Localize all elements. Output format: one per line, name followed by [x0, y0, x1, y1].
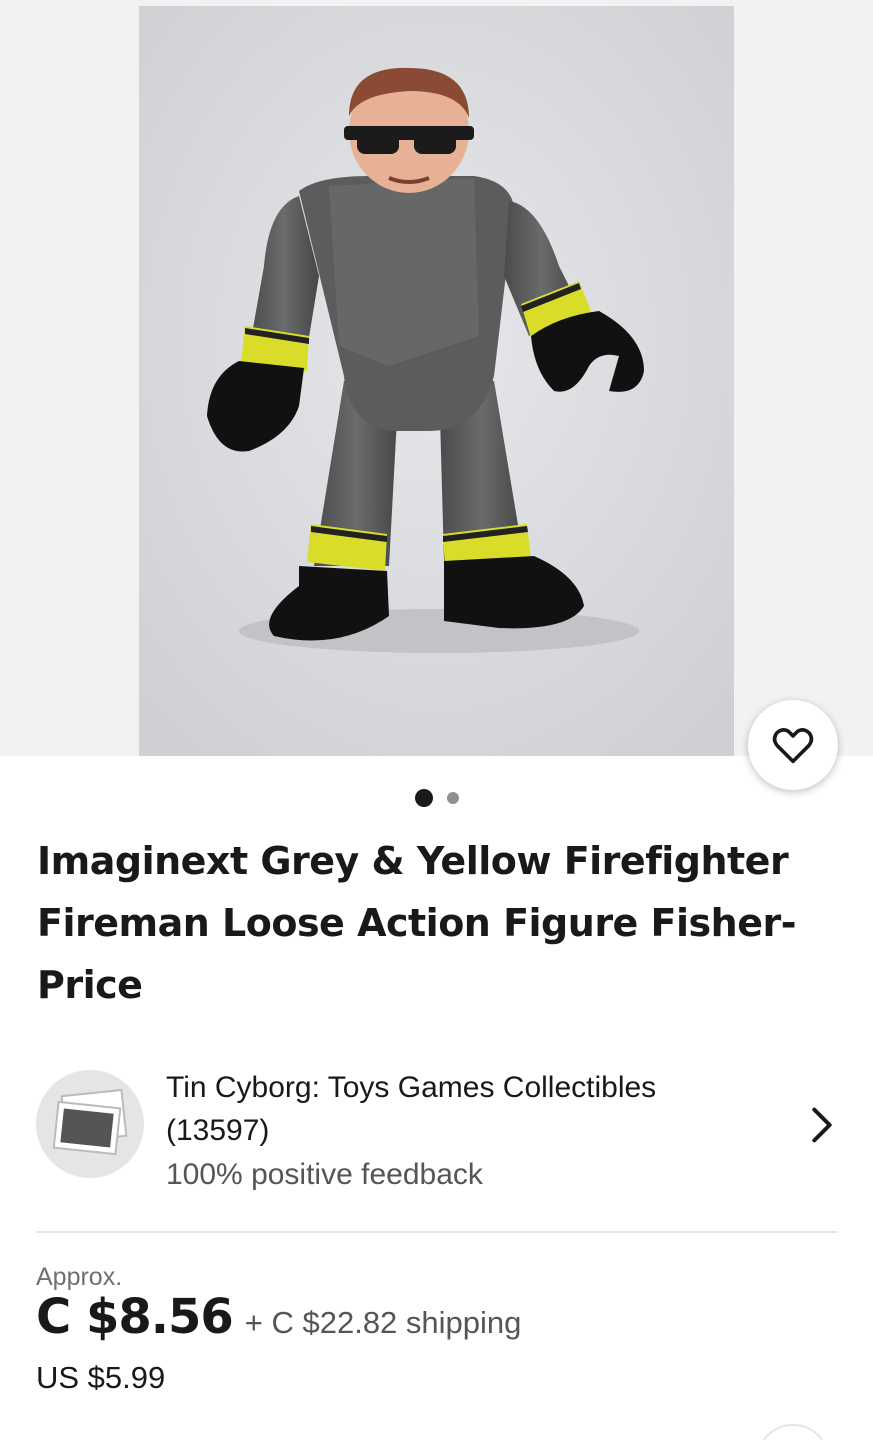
image-gallery[interactable] [0, 0, 873, 756]
gallery-pagination [0, 789, 873, 807]
partial-round-button[interactable] [756, 1424, 830, 1440]
price-converted: C $8.56 [36, 1289, 234, 1345]
heart-icon [772, 728, 814, 764]
seller-feedback-percent: 100% positive feedback [166, 1158, 483, 1191]
pagination-dot[interactable] [446, 792, 459, 804]
seller-feedback-count: (13597) [166, 1114, 270, 1147]
price-original: US $5.99 [36, 1360, 166, 1395]
seller-avatar [36, 1070, 144, 1178]
shipping-cost: + C $22.82 shipping [244, 1305, 522, 1340]
image-placeholder-icon [52, 1089, 128, 1156]
approx-label: Approx. [36, 1263, 123, 1291]
seller-name[interactable]: Tin Cyborg: Toys Games Collectibles [166, 1065, 656, 1110]
price-row: C $8.56 + C $22.82 shipping [36, 1289, 521, 1345]
listing-title: Imaginext Grey & Yellow Firefighter Fire… [37, 839, 797, 1007]
seller-card[interactable]: Tin Cyborg: Toys Games Collectibles (135… [36, 1065, 838, 1191]
product-photo[interactable] [139, 6, 734, 756]
chevron-right-icon[interactable] [806, 1105, 838, 1145]
watchlist-heart-button[interactable] [748, 700, 838, 790]
pagination-dot-active[interactable] [414, 789, 433, 807]
section-divider [36, 1231, 837, 1233]
firefighter-figure-image [139, 6, 734, 756]
